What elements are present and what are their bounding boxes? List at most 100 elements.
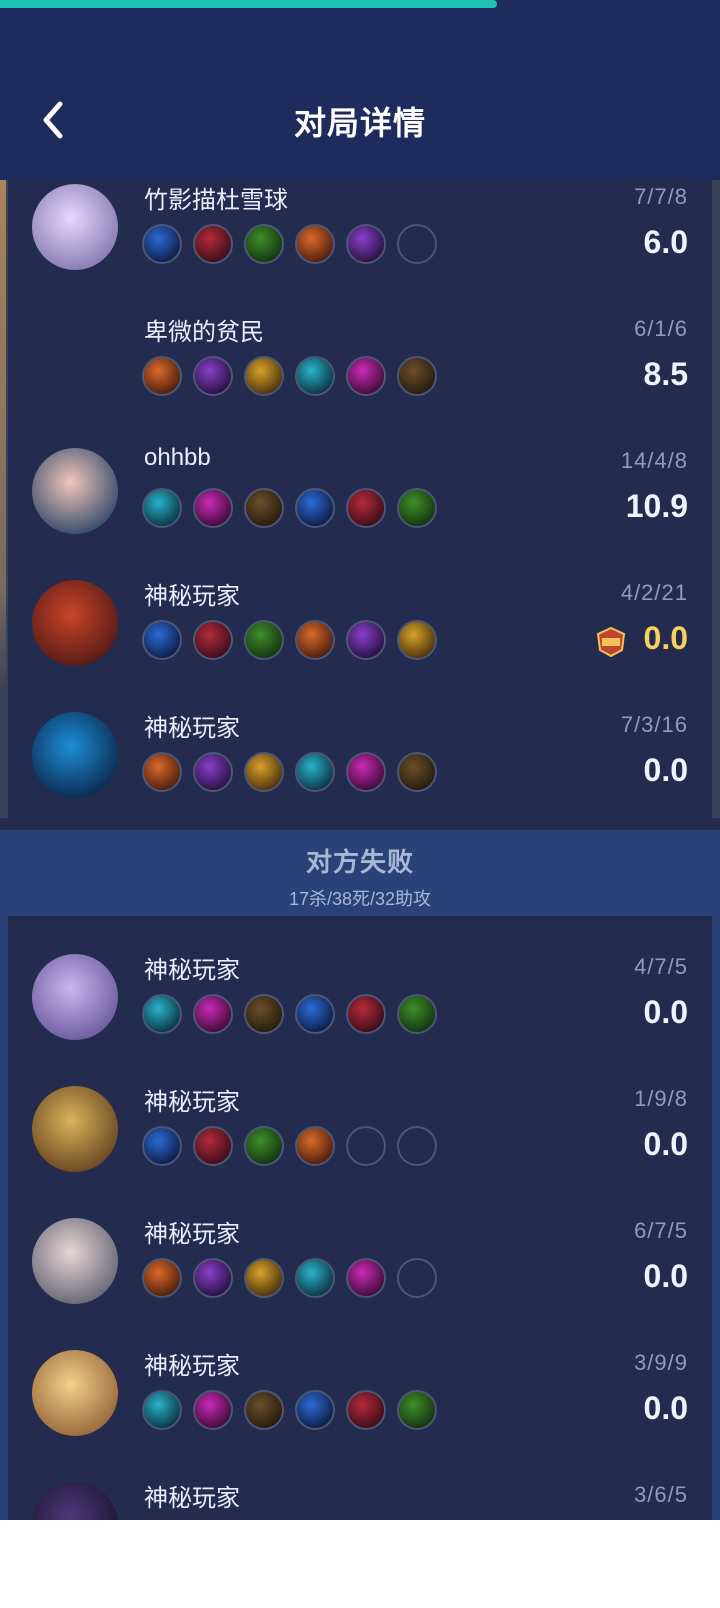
equipment-item-icon[interactable] xyxy=(295,1126,335,1166)
equipment-item-icon[interactable] xyxy=(193,994,233,1034)
equipment-item-icon[interactable] xyxy=(295,356,335,396)
hero-avatar[interactable] xyxy=(32,1350,118,1436)
equipment-item-icon[interactable] xyxy=(142,620,182,660)
hero-avatar[interactable] xyxy=(32,1086,118,1172)
equipment-item-icon[interactable] xyxy=(346,620,386,660)
equipment-item-icon[interactable] xyxy=(244,620,284,660)
equipment-item-icon[interactable] xyxy=(244,1258,284,1298)
player-row[interactable]: 竹影描杜雪球 7/7/8 6.0 xyxy=(8,180,712,310)
hero-avatar[interactable] xyxy=(32,448,118,534)
equipment-item-icon[interactable] xyxy=(397,356,437,396)
player-name: 神秘玩家 xyxy=(144,1485,240,1512)
equipment-item-icon[interactable] xyxy=(244,994,284,1034)
player-row[interactable]: 神秘玩家 4/7/5 0.0 xyxy=(8,950,712,1080)
player-name: 神秘玩家 xyxy=(144,715,240,742)
top-bar: 对局详情 xyxy=(0,0,720,180)
equipment-item-icon[interactable] xyxy=(244,488,284,528)
empty-item-slot xyxy=(397,1126,437,1166)
hero-avatar[interactable] xyxy=(32,184,118,270)
equipment-item-icon[interactable] xyxy=(193,1126,233,1166)
empty-item-slot xyxy=(346,1126,386,1166)
hero-avatar[interactable] xyxy=(32,1218,118,1304)
kda-stat: 3/9/9 xyxy=(634,1350,688,1375)
rating-score: 0.0 xyxy=(643,1258,688,1294)
equipment-item-icon[interactable] xyxy=(142,488,182,528)
player-row[interactable]: 卑微的贫民 6/1/6 8.5 xyxy=(8,312,712,442)
equipment-item-icon[interactable] xyxy=(295,1390,335,1430)
equipment-item-icon[interactable] xyxy=(397,752,437,792)
equipment-item-icon[interactable] xyxy=(244,752,284,792)
player-name: 竹影描杜雪球 xyxy=(144,187,288,214)
rating-score: 8.5 xyxy=(643,356,688,392)
win-highlight-edge xyxy=(0,180,6,690)
equipment-item-icon[interactable] xyxy=(193,1390,233,1430)
player-row[interactable]: 神秘玩家 6/7/5 0.0 xyxy=(8,1214,712,1344)
kda-stat: 7/7/8 xyxy=(634,184,688,209)
equipment-item-icon[interactable] xyxy=(193,488,233,528)
equipment-item-icon[interactable] xyxy=(346,356,386,396)
equipment-item-icon[interactable] xyxy=(142,224,182,264)
hero-avatar[interactable] xyxy=(32,1482,118,1520)
kda-stat: 6/1/6 xyxy=(634,316,688,341)
equipment-item-icon[interactable] xyxy=(244,224,284,264)
player-name: 神秘玩家 xyxy=(144,583,240,610)
match-detail-screen: 对方失败 17杀/38死/32助攻 竹影描杜雪球 7/7/8 6.0 卑微的贫民 6/1… xyxy=(0,0,720,1520)
equipment-item-icon[interactable] xyxy=(193,620,233,660)
player-row[interactable]: 神秘玩家 7/3/16 0.0 xyxy=(8,708,712,838)
equipment-item-icon[interactable] xyxy=(244,1390,284,1430)
kda-stat: 4/2/21 xyxy=(620,580,688,605)
rating-score: 10.9 xyxy=(625,488,688,524)
player-row[interactable]: ohhbb 14/4/8 10.9 xyxy=(8,444,712,574)
kda-stat: 6/7/5 xyxy=(634,1218,688,1243)
hero-avatar[interactable] xyxy=(32,954,118,1040)
equipment-item-icon[interactable] xyxy=(295,488,335,528)
equipment-item-icon[interactable] xyxy=(346,994,386,1034)
rating-score: 0.0 xyxy=(643,1126,688,1162)
equipment-item-icon[interactable] xyxy=(244,356,284,396)
equipment-item-icon[interactable] xyxy=(397,1390,437,1430)
player-row[interactable]: 神秘玩家 3/9/9 0.0 xyxy=(8,1346,712,1476)
hero-avatar[interactable] xyxy=(32,712,118,798)
player-name: 卑微的贫民 xyxy=(144,319,264,346)
equipment-item-icon[interactable] xyxy=(142,356,182,396)
empty-item-slot xyxy=(397,224,437,264)
equipment-item-icon[interactable] xyxy=(295,994,335,1034)
equipment-item-icon[interactable] xyxy=(142,994,182,1034)
rating-score: 6.0 xyxy=(643,224,688,260)
equipment-item-icon[interactable] xyxy=(346,224,386,264)
equipment-item-icon[interactable] xyxy=(397,488,437,528)
equipment-item-icon[interactable] xyxy=(142,1258,182,1298)
loading-progress-bar xyxy=(0,0,497,8)
equipment-item-icon[interactable] xyxy=(193,224,233,264)
kda-stat: 3/6/5 xyxy=(634,1482,688,1507)
equipment-item-icon[interactable] xyxy=(142,752,182,792)
equipment-item-icon[interactable] xyxy=(193,752,233,792)
player-row[interactable]: 神秘玩家 4/2/21 0.0 xyxy=(8,576,712,706)
equipment-item-icon[interactable] xyxy=(295,224,335,264)
team-result-title: 对方失败 xyxy=(305,847,414,877)
equipment-item-icon[interactable] xyxy=(397,994,437,1034)
equipment-item-icon[interactable] xyxy=(346,1390,386,1430)
equipment-item-icon[interactable] xyxy=(346,1258,386,1298)
rating-score: 0.0 xyxy=(643,1390,688,1426)
equipment-item-icon[interactable] xyxy=(295,1258,335,1298)
equipment-item-icon[interactable] xyxy=(193,1258,233,1298)
player-name: 神秘玩家 xyxy=(144,1221,240,1248)
equipment-item-icon[interactable] xyxy=(193,356,233,396)
mvp-badge-icon xyxy=(596,626,626,658)
player-name: 神秘玩家 xyxy=(144,1353,240,1380)
hero-avatar[interactable] xyxy=(32,580,118,666)
equipment-item-icon[interactable] xyxy=(346,752,386,792)
equipment-item-icon[interactable] xyxy=(142,1126,182,1166)
equipment-item-icon[interactable] xyxy=(142,1390,182,1430)
rating-score: 0.0 xyxy=(643,994,688,1030)
player-row[interactable]: 神秘玩家 3/6/5 xyxy=(8,1478,712,1520)
equipment-item-icon[interactable] xyxy=(397,620,437,660)
empty-item-slot xyxy=(397,1258,437,1298)
equipment-item-icon[interactable] xyxy=(244,1126,284,1166)
equipment-item-icon[interactable] xyxy=(295,752,335,792)
kda-stat: 4/7/5 xyxy=(634,954,688,979)
equipment-item-icon[interactable] xyxy=(346,488,386,528)
player-row[interactable]: 神秘玩家 1/9/8 0.0 xyxy=(8,1082,712,1212)
equipment-item-icon[interactable] xyxy=(295,620,335,660)
